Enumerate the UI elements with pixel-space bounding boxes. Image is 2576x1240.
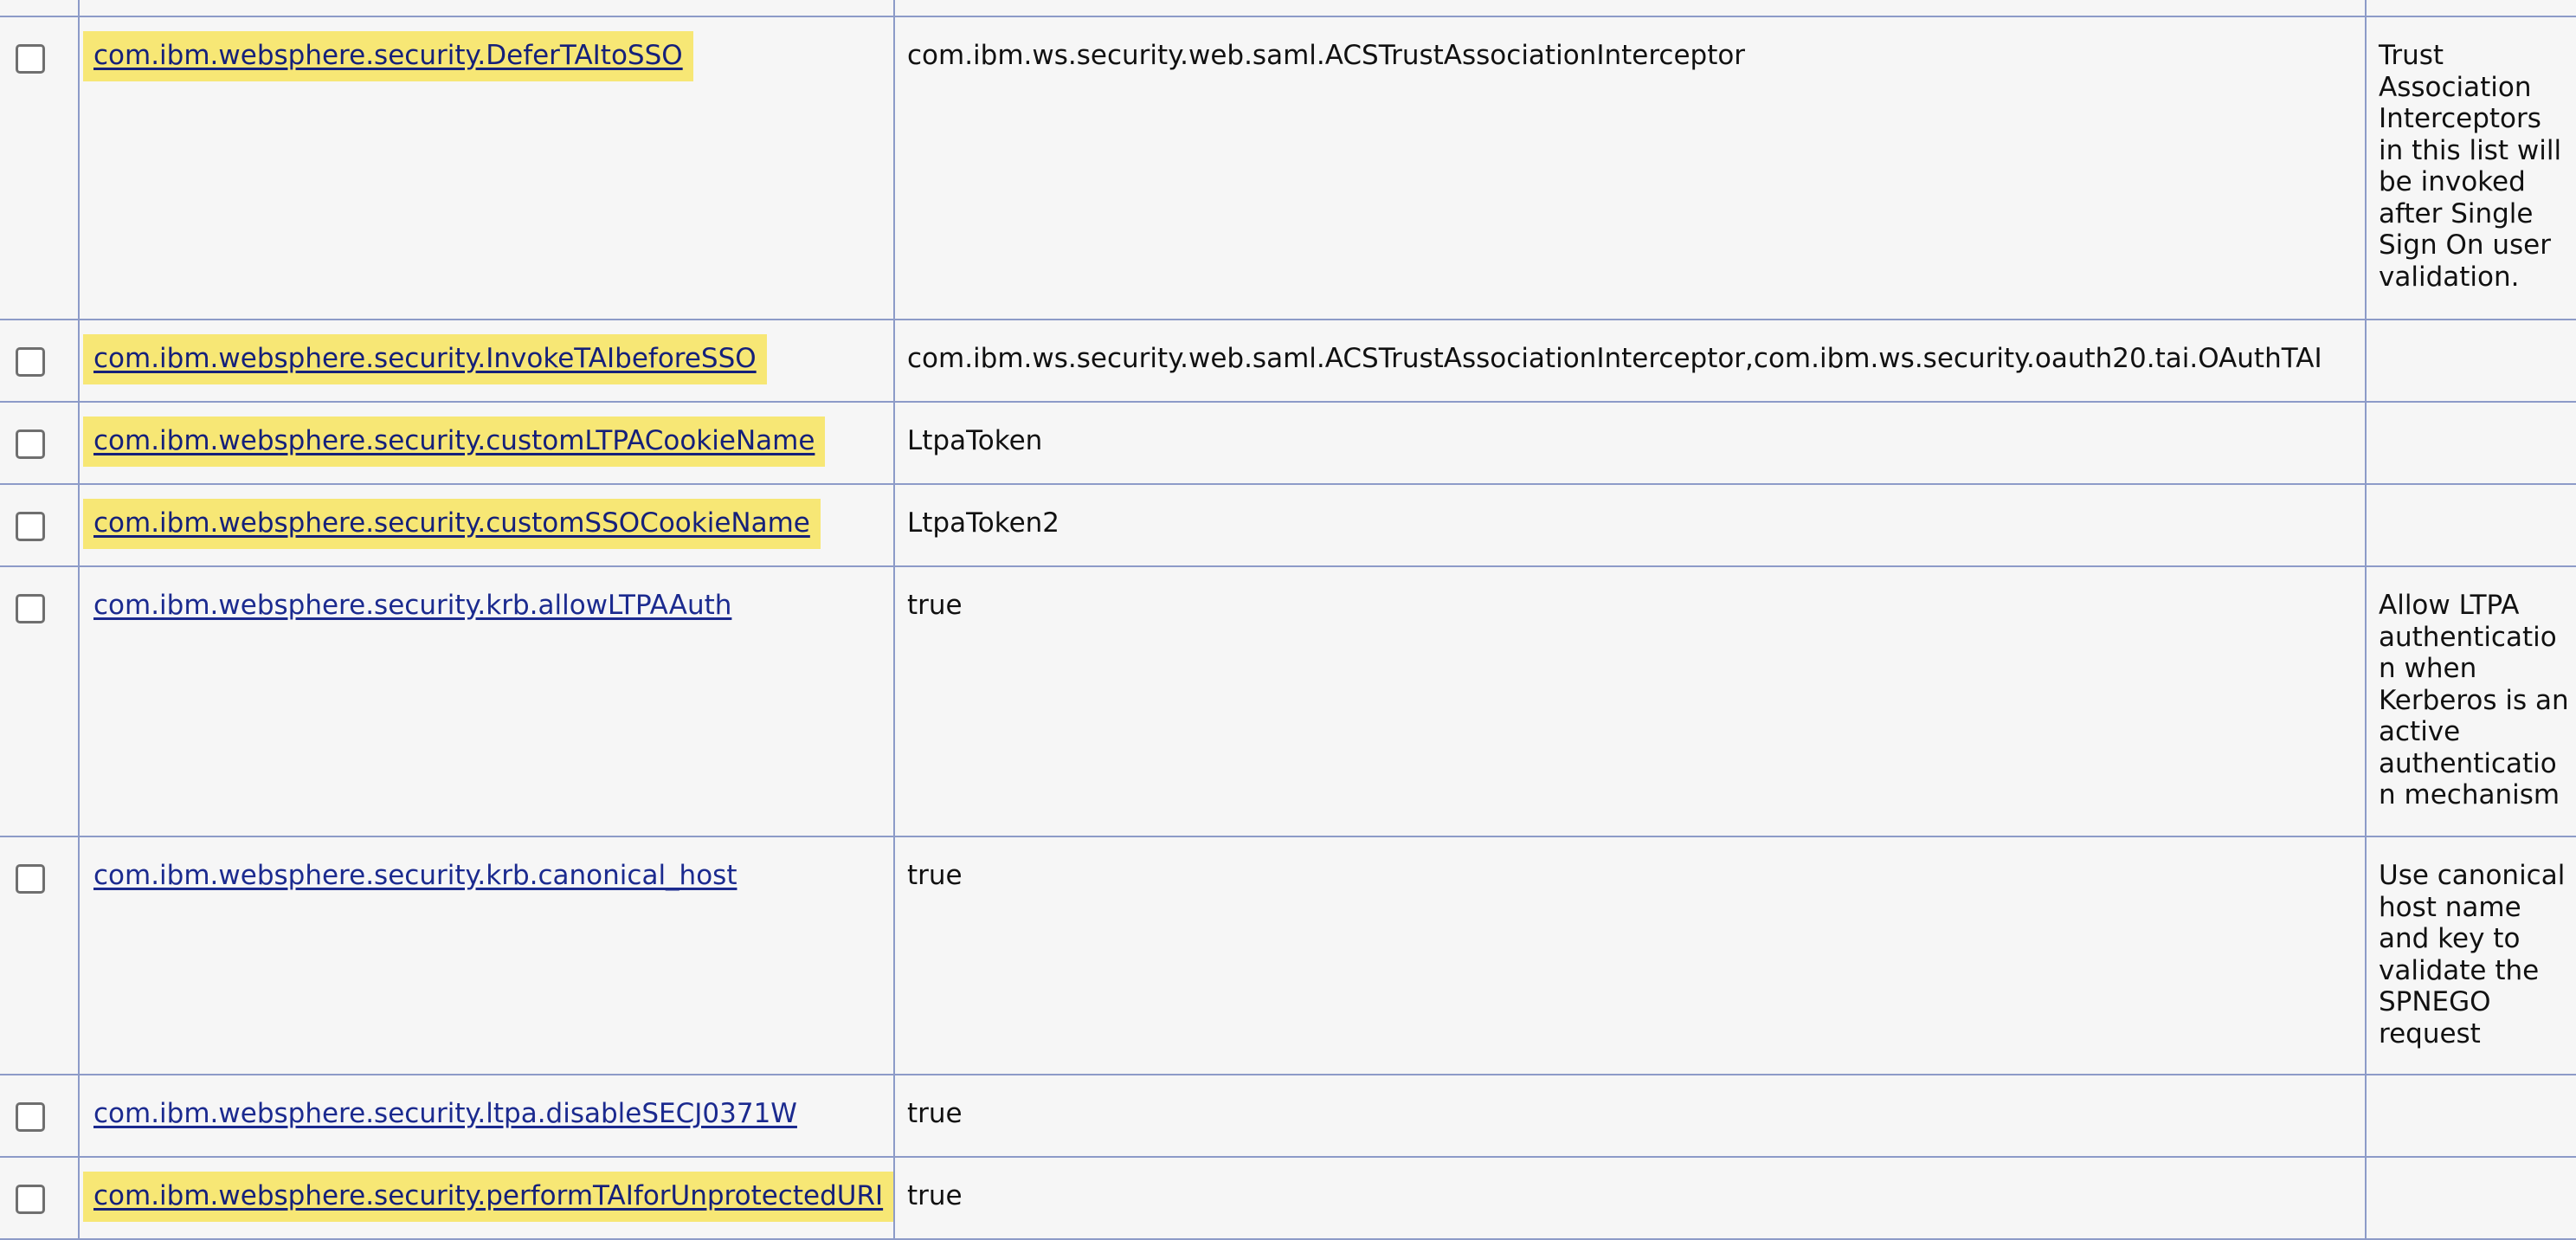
row-select-checkbox[interactable]	[16, 864, 45, 894]
property-name-link[interactable]: com.ibm.websphere.security.DeferTAItoSSO	[93, 40, 683, 71]
property-name-cell: com.ibm.websphere.security.krb.allowLTPA…	[78, 565, 895, 837]
property-value: true	[907, 590, 963, 621]
row-select-checkbox[interactable]	[16, 1102, 45, 1132]
property-value-cell: true	[893, 836, 2367, 1075]
property-value-cell: true	[893, 1074, 2367, 1158]
property-description	[2367, 1158, 2576, 1198]
property-description	[2367, 403, 2576, 442]
property-description	[2367, 1075, 2576, 1115]
highlight-marker: com.ibm.websphere.security.InvokeTAIbefo…	[83, 334, 767, 384]
property-description-cell: Trust Association Interceptors in this l…	[2365, 16, 2576, 320]
property-description-cell	[2365, 319, 2576, 403]
select-cell	[0, 1074, 80, 1158]
property-description-cell	[2365, 1074, 2576, 1158]
property-name-link[interactable]: com.ibm.websphere.security.performTAIfor…	[93, 1180, 883, 1211]
highlight-marker: com.ibm.websphere.security.performTAIfor…	[83, 1172, 894, 1222]
property-value-cell: LtpaToken	[893, 401, 2367, 485]
select-cell	[0, 565, 80, 837]
table-row: com.ibm.websphere.security.ltpa.disableS…	[0, 1074, 2576, 1158]
select-cell	[0, 483, 80, 567]
select-cell	[0, 836, 80, 1075]
table-row: com.ibm.websphere.security.DeferTAItoSSO…	[0, 16, 2576, 320]
property-value: true	[907, 1180, 963, 1211]
row-select-checkbox[interactable]	[16, 347, 45, 377]
row-select-checkbox[interactable]	[16, 512, 45, 541]
table-row: com.ibm.websphere.security.krb.canonical…	[0, 836, 2576, 1075]
property-value: com.ibm.ws.security.web.saml.ACSTrustAss…	[907, 343, 2322, 374]
property-value-cell: com.ibm.ws.security.web.saml.ACSTrustAss…	[893, 16, 2367, 320]
property-name-cell: com.ibm.websphere.security.performTAIfor…	[78, 1156, 895, 1240]
property-name-cell: com.ibm.websphere.security.DeferTAItoSSO	[78, 16, 895, 320]
property-value-cell: LtpaToken2	[893, 483, 2367, 567]
property-name-link[interactable]: com.ibm.websphere.security.customSSOCook…	[93, 507, 810, 539]
select-cell	[0, 319, 80, 403]
property-description-cell	[2365, 401, 2576, 485]
row-select-checkbox[interactable]	[16, 1185, 45, 1214]
row-select-checkbox[interactable]	[16, 429, 45, 459]
property-description: Allow LTPA authentication when Kerberos …	[2379, 590, 2569, 811]
property-description-cell	[2365, 483, 2576, 567]
select-cell	[0, 1156, 80, 1240]
property-description: Use canonical host name and key to valid…	[2379, 860, 2566, 1049]
property-value: true	[907, 1098, 963, 1129]
property-value-cell: com.ibm.ws.security.web.saml.ACSTrustAss…	[893, 319, 2367, 403]
property-name-cell: com.ibm.websphere.security.InvokeTAIbefo…	[78, 319, 895, 403]
property-name-link[interactable]: com.ibm.websphere.security.ltpa.disableS…	[93, 1098, 797, 1129]
name-marker: com.ibm.websphere.security.krb.allowLTPA…	[83, 581, 742, 631]
table-top-strip	[0, 0, 2576, 17]
highlight-marker: com.ibm.websphere.security.customSSOCook…	[83, 499, 821, 549]
property-name-cell: com.ibm.websphere.security.customSSOCook…	[78, 483, 895, 567]
name-marker: com.ibm.websphere.security.krb.canonical…	[83, 851, 747, 901]
property-name-link[interactable]: com.ibm.websphere.security.customLTPACoo…	[93, 425, 815, 456]
table-row: com.ibm.websphere.security.performTAIfor…	[0, 1156, 2576, 1240]
property-description	[2367, 485, 2576, 525]
custom-properties-table: com.ibm.websphere.security.DeferTAItoSSO…	[0, 0, 2576, 1240]
property-description-cell: Use canonical host name and key to valid…	[2365, 836, 2576, 1075]
property-description-cell: Allow LTPA authentication when Kerberos …	[2365, 565, 2576, 837]
select-cell	[0, 401, 80, 485]
property-description-cell	[2365, 1156, 2576, 1240]
highlight-marker: com.ibm.websphere.security.customLTPACoo…	[83, 417, 826, 467]
property-name-link[interactable]: com.ibm.websphere.security.krb.canonical…	[93, 860, 737, 891]
row-select-checkbox[interactable]	[16, 594, 45, 623]
property-value: LtpaToken2	[907, 507, 1060, 539]
table-row: com.ibm.websphere.security.InvokeTAIbefo…	[0, 319, 2576, 403]
property-name-link[interactable]: com.ibm.websphere.security.InvokeTAIbefo…	[93, 343, 757, 374]
property-value: LtpaToken	[907, 425, 1043, 456]
property-value-cell: true	[893, 565, 2367, 837]
property-name-link[interactable]: com.ibm.websphere.security.krb.allowLTPA…	[93, 590, 731, 621]
table-row: com.ibm.websphere.security.customSSOCook…	[0, 483, 2576, 567]
table-row: com.ibm.websphere.security.krb.allowLTPA…	[0, 565, 2576, 837]
table-row: com.ibm.websphere.security.customLTPACoo…	[0, 401, 2576, 485]
property-name-cell: com.ibm.websphere.security.customLTPACoo…	[78, 401, 895, 485]
select-cell	[0, 16, 80, 320]
row-select-checkbox[interactable]	[16, 44, 45, 74]
property-value: true	[907, 860, 963, 891]
property-value: com.ibm.ws.security.web.saml.ACSTrustAss…	[907, 40, 1746, 71]
property-description: Trust Association Interceptors in this l…	[2379, 40, 2562, 293]
property-value-cell: true	[893, 1156, 2367, 1240]
property-name-cell: com.ibm.websphere.security.ltpa.disableS…	[78, 1074, 895, 1158]
property-name-cell: com.ibm.websphere.security.krb.canonical…	[78, 836, 895, 1075]
property-description	[2367, 320, 2576, 360]
highlight-marker: com.ibm.websphere.security.DeferTAItoSSO	[83, 31, 693, 81]
name-marker: com.ibm.websphere.security.ltpa.disableS…	[83, 1089, 808, 1140]
